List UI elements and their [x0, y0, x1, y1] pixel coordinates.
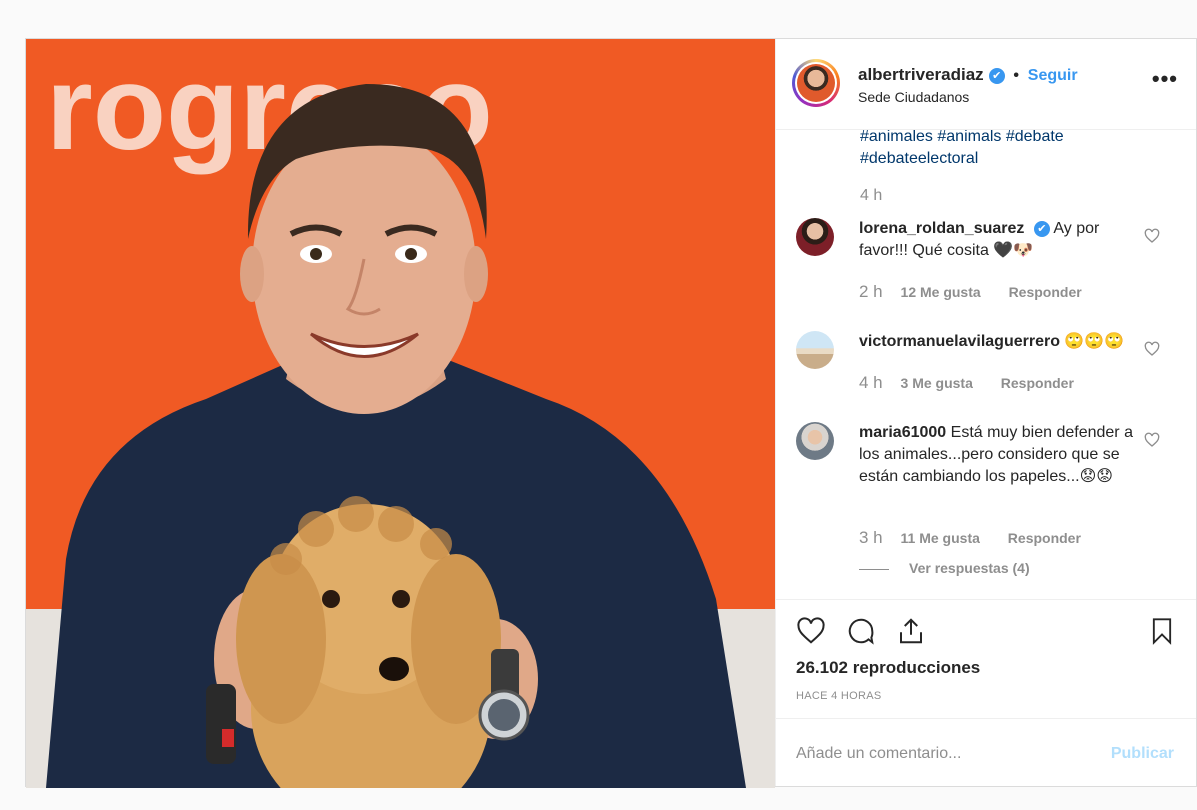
comment-time[interactable]: 4 h: [859, 373, 883, 392]
heart-icon[interactable]: [1144, 432, 1160, 448]
comment-time[interactable]: 2 h: [859, 282, 883, 301]
comment-time[interactable]: 3 h: [859, 528, 883, 547]
reply-button[interactable]: Responder: [1009, 284, 1082, 300]
comment-text: 🙄🙄🙄: [1064, 333, 1125, 350]
comment-likes[interactable]: 12 Me gusta: [901, 284, 981, 300]
comment-meta: 3 h 11 Me gusta Responder: [859, 528, 1081, 548]
view-replies-button[interactable]: Ver respuestas (4): [859, 560, 1030, 576]
views-count[interactable]: 26.102 reproducciones: [796, 658, 980, 678]
view-replies-label: Ver respuestas (4): [909, 560, 1030, 576]
commenter-avatar[interactable]: [796, 218, 834, 256]
more-options-icon[interactable]: •••: [1152, 68, 1178, 90]
reply-button[interactable]: Responder: [1008, 530, 1081, 546]
publish-button[interactable]: Publicar: [1111, 745, 1174, 763]
author-username-link[interactable]: albertriveradiaz: [858, 65, 984, 84]
instagram-post: rogreso albertriveradiaz ✔ • Seguir Sede…: [25, 38, 1197, 788]
replies-divider: [859, 568, 889, 570]
location-link[interactable]: Sede Ciudadanos: [858, 89, 969, 105]
commenter-username[interactable]: victormanuelavilaguerrero: [859, 333, 1060, 350]
posted-time[interactable]: HACE 4 HORAS: [796, 690, 882, 702]
like-heart-icon[interactable]: [796, 616, 826, 646]
author-avatar[interactable]: [792, 59, 840, 107]
heart-icon[interactable]: [1144, 341, 1160, 357]
comment-meta: 4 h 3 Me gusta Responder: [859, 373, 1074, 393]
caption-hashtags: #animales #animals #debate #debateelecto…: [860, 130, 1100, 170]
comment-body: lorena_roldan_suarez ✔ Ay por favor!!! Q…: [859, 218, 1134, 262]
author-line: albertriveradiaz ✔ • Seguir: [858, 65, 1078, 85]
photo-illustration: rogreso: [26, 39, 775, 788]
hashtag-line[interactable]: #animales #animals #debate: [860, 130, 1100, 148]
caption-timestamp[interactable]: 4 h: [860, 187, 882, 205]
post-header: albertriveradiaz ✔ • Seguir Sede Ciudadan…: [776, 39, 1196, 130]
comment-input[interactable]: Añade un comentario...: [796, 745, 961, 763]
commenter-avatar[interactable]: [796, 331, 834, 369]
commenter-username[interactable]: lorena_roldan_suarez: [859, 220, 1024, 237]
comment-likes[interactable]: 3 Me gusta: [901, 375, 973, 391]
post-side-panel: albertriveradiaz ✔ • Seguir Sede Ciudadan…: [775, 39, 1196, 786]
comments-list[interactable]: #animales #animals #debate #debateelecto…: [776, 130, 1196, 598]
bookmark-save-icon[interactable]: [1148, 616, 1176, 646]
commenter-username[interactable]: maria61000: [859, 424, 946, 441]
verified-badge-icon: ✔: [988, 68, 1005, 84]
comment-body: victormanuelavilaguerrero 🙄🙄🙄: [859, 331, 1134, 353]
hashtag-line[interactable]: #debateelectoral: [860, 148, 1100, 170]
add-comment-bar: Añade un comentario... Publicar: [776, 718, 1196, 786]
share-upload-icon[interactable]: [896, 616, 926, 646]
reply-button[interactable]: Responder: [1001, 375, 1074, 391]
post-actions: 26.102 reproducciones HACE 4 HORAS: [776, 599, 1196, 720]
comment-body: maria61000 Está muy bien defender a los …: [859, 422, 1134, 488]
comment-bubble-icon[interactable]: [846, 616, 876, 646]
comment-meta: 2 h 12 Me gusta Responder: [859, 282, 1082, 302]
comment-likes[interactable]: 11 Me gusta: [901, 530, 980, 546]
separator-dot: •: [1013, 67, 1020, 84]
follow-button[interactable]: Seguir: [1028, 67, 1078, 84]
commenter-avatar[interactable]: [796, 422, 834, 460]
verified-badge-icon: ✔: [1033, 221, 1050, 237]
heart-icon[interactable]: [1144, 228, 1160, 244]
post-media-photo[interactable]: rogreso: [26, 39, 775, 788]
